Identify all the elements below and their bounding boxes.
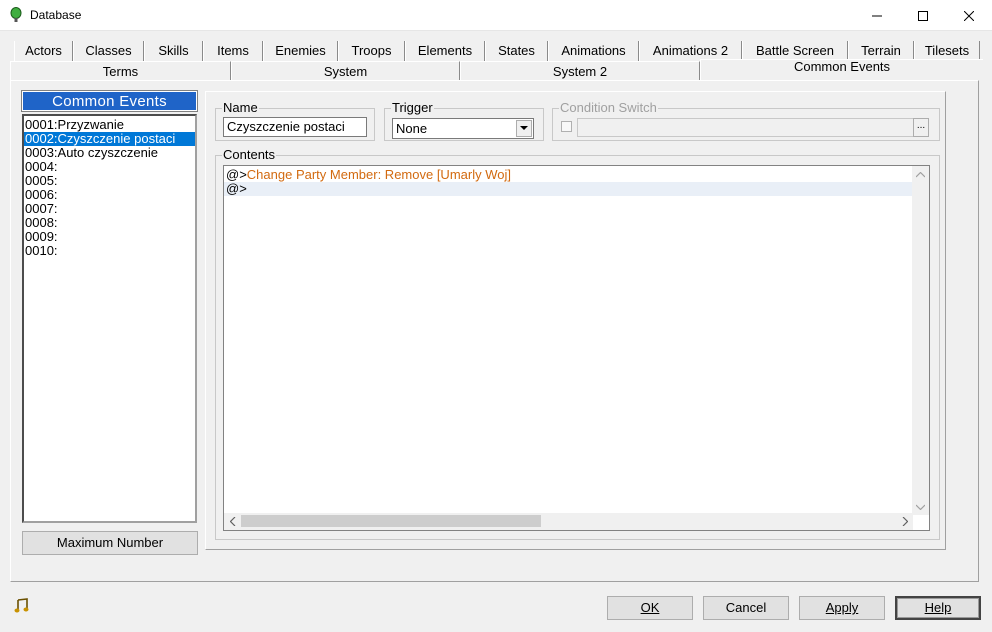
cancel-button[interactable]: Cancel: [703, 596, 789, 620]
ok-label: OK: [640, 600, 660, 615]
minimize-icon: [872, 15, 882, 16]
tab-troops[interactable]: Troops: [338, 41, 405, 61]
condition-switch-browse-button[interactable]: ...: [913, 118, 929, 137]
tab-enemies[interactable]: Enemies: [263, 41, 338, 61]
list-item[interactable]: 0005:: [24, 174, 195, 188]
maximize-button[interactable]: [900, 0, 946, 31]
ok-button[interactable]: OK: [607, 596, 693, 620]
tab-items[interactable]: Items: [203, 41, 263, 61]
tab-animations[interactable]: Animations: [548, 41, 639, 61]
chevron-down-icon: [916, 504, 925, 510]
window-title: Database: [30, 8, 82, 22]
horizontal-scrollbar[interactable]: [224, 513, 913, 530]
app-icon: [10, 7, 22, 22]
name-field[interactable]: Czyszczenie postaci: [223, 117, 367, 137]
command-prefix: @>: [226, 181, 247, 196]
tab-battle-screen[interactable]: Battle Screen: [742, 41, 848, 61]
tab-tilesets[interactable]: Tilesets: [914, 41, 980, 61]
help-label: Help: [924, 600, 952, 615]
trigger-select[interactable]: None: [392, 118, 534, 139]
close-icon: [964, 10, 974, 21]
tab-states[interactable]: States: [485, 41, 548, 61]
chevron-up-icon: [916, 171, 925, 177]
list-item[interactable]: 0003:Auto czyszczenie: [24, 146, 195, 160]
command-line-current[interactable]: @>: [224, 182, 913, 196]
close-button[interactable]: [946, 0, 992, 31]
tab-skills[interactable]: Skills: [144, 41, 203, 61]
list-item[interactable]: 0006:: [24, 188, 195, 202]
title-bar: Database: [0, 0, 992, 31]
tab-terms[interactable]: Terms: [10, 61, 231, 81]
maximum-number-button[interactable]: Maximum Number: [22, 531, 198, 555]
scroll-left-icon[interactable]: [224, 513, 241, 530]
tab-elements[interactable]: Elements: [405, 41, 485, 61]
command-line[interactable]: @>Change Party Member: Remove [Umarly Wo…: [226, 168, 511, 182]
trigger-label: Trigger: [391, 100, 434, 115]
list-item[interactable]: 0009:: [24, 230, 195, 244]
list-item-selected[interactable]: 0002:Czyszczenie postaci: [24, 132, 195, 146]
minimize-button[interactable]: [854, 0, 900, 31]
name-label: Name: [222, 100, 259, 115]
condition-switch-checkbox[interactable]: [561, 121, 572, 132]
command-prefix: @>: [226, 167, 247, 182]
contents-label: Contents: [222, 147, 277, 162]
chevron-right-icon: [902, 517, 908, 526]
vertical-scrollbar[interactable]: [912, 166, 929, 515]
apply-button[interactable]: Apply: [799, 596, 885, 620]
help-button[interactable]: Help: [895, 596, 981, 620]
chevron-down-icon: [520, 126, 528, 130]
chevron-left-icon: [229, 517, 235, 526]
events-list[interactable]: 0001:Przyzwanie 0002:Czyszczenie postaci…: [22, 114, 197, 523]
list-item[interactable]: 0007:: [24, 202, 195, 216]
apply-label: Apply: [825, 600, 859, 615]
tab-common-events[interactable]: Common Events: [700, 59, 983, 81]
maximize-icon: [918, 10, 928, 21]
list-item[interactable]: 0008:: [24, 216, 195, 230]
condition-switch-field: [577, 118, 929, 137]
music-note-icon[interactable]: [14, 598, 30, 614]
list-item[interactable]: 0004:: [24, 160, 195, 174]
list-item[interactable]: 0001:Przyzwanie: [24, 118, 195, 132]
horizontal-scroll-thumb[interactable]: [241, 515, 541, 527]
scroll-down-icon[interactable]: [912, 498, 929, 515]
scroll-right-icon[interactable]: [896, 513, 913, 530]
event-commands-list[interactable]: @>Change Party Member: Remove [Umarly Wo…: [223, 165, 930, 531]
tab-actors[interactable]: Actors: [14, 41, 73, 61]
tab-classes[interactable]: Classes: [73, 41, 144, 61]
condition-switch-label: Condition Switch: [559, 100, 658, 115]
dropdown-arrow-icon[interactable]: [516, 120, 532, 137]
tab-terrain[interactable]: Terrain: [848, 41, 914, 61]
events-list-header: Common Events: [21, 90, 198, 112]
tab-system-2[interactable]: System 2: [460, 61, 700, 81]
tab-system[interactable]: System: [231, 61, 460, 81]
list-item[interactable]: 0010:: [24, 244, 195, 258]
scroll-up-icon[interactable]: [912, 166, 929, 183]
tab-animations-2[interactable]: Animations 2: [639, 41, 742, 61]
command-text: Change Party Member: Remove [Umarly Woj]: [246, 167, 511, 182]
trigger-value: None: [396, 121, 428, 136]
